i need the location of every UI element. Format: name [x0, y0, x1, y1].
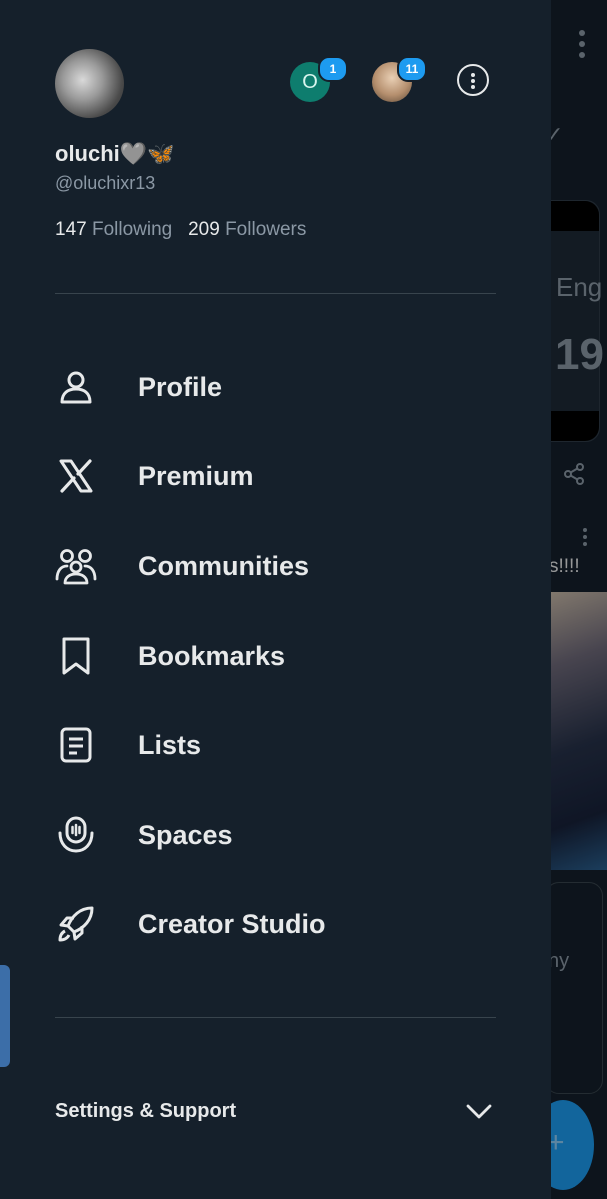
- screen: ✓ Eng 19 s!!!! ny + O 1 11 oluchi🩶🦋 @olu…: [0, 0, 607, 1199]
- x-logo-icon: [55, 455, 97, 497]
- menu-item-label: Profile: [138, 371, 223, 402]
- settings-support-toggle[interactable]: Settings & Support: [55, 1091, 496, 1131]
- following-label[interactable]: Following: [92, 219, 172, 240]
- menu-item-creator-studio[interactable]: Creator Studio: [55, 894, 496, 954]
- followers-label[interactable]: Followers: [225, 219, 306, 240]
- menu-item-profile[interactable]: Profile: [55, 357, 496, 417]
- person-icon: [55, 366, 97, 408]
- menu-item-bookmarks[interactable]: Bookmarks: [55, 626, 496, 686]
- account-1-badge: 1: [318, 56, 348, 82]
- list-icon: [55, 724, 97, 766]
- menu-item-label: Premium: [138, 460, 254, 491]
- menu-item-spaces[interactable]: Spaces: [55, 805, 496, 865]
- spaces-icon: [55, 814, 97, 856]
- followers-count[interactable]: 209: [188, 219, 220, 240]
- divider: [55, 1017, 496, 1018]
- navigation-drawer: O 1 11 oluchi🩶🦋 @oluchixr13 147 Followin…: [0, 0, 551, 1199]
- settings-support-label: Settings & Support: [55, 1099, 237, 1122]
- edge-drag-handle[interactable]: [0, 965, 10, 1067]
- avatar[interactable]: [55, 49, 124, 118]
- chevron-down-icon: [466, 1104, 492, 1119]
- menu-item-label: Communities: [138, 550, 310, 581]
- display-name[interactable]: oluchi🩶🦋: [55, 141, 175, 167]
- communities-icon: [55, 545, 97, 587]
- menu-item-label: Spaces: [138, 819, 233, 850]
- following-count[interactable]: 147: [55, 219, 87, 240]
- bookmark-icon: [55, 635, 97, 677]
- user-handle: @oluchixr13: [55, 173, 156, 193]
- more-options-icon[interactable]: [457, 64, 489, 96]
- menu-item-label: Creator Studio: [138, 908, 326, 939]
- menu-item-label: Bookmarks: [138, 640, 286, 671]
- account-2-badge: 11: [397, 56, 427, 82]
- rocket-icon: [55, 903, 97, 945]
- menu-item-lists[interactable]: Lists: [55, 715, 496, 775]
- menu-item-communities[interactable]: Communities: [55, 536, 496, 596]
- menu-item-label: Lists: [138, 729, 202, 760]
- follow-stats: 147 Following 209 Followers: [55, 219, 306, 241]
- menu-item-premium[interactable]: Premium: [55, 446, 496, 506]
- divider: [55, 293, 496, 294]
